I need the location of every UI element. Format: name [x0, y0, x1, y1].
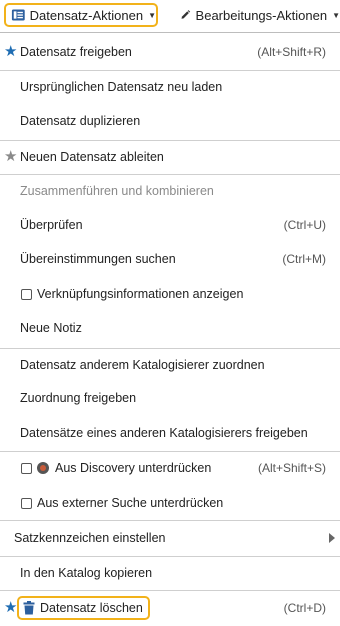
menu-item-label: Zuordnung freigeben	[20, 391, 137, 405]
trash-icon	[23, 601, 35, 615]
caret-down-icon: ▼	[332, 10, 340, 20]
menu-item-label: Übereinstimmungen suchen	[20, 252, 176, 266]
caret-down-icon: ▼	[148, 10, 156, 20]
menu-item-new-note[interactable]: Neue Notiz	[0, 312, 340, 344]
menu-divider	[0, 520, 340, 521]
menu-item-release-other-cataloger[interactable]: Datensätze eines anderen Katalogisierers…	[0, 417, 340, 449]
suppress-discovery-checkbox[interactable]	[21, 462, 32, 474]
menu-item-assign-cataloger[interactable]: Datensatz anderem Katalogisierer zuordne…	[0, 349, 340, 381]
star-icon: ★	[4, 599, 18, 616]
menu-item-label: Zusammenführen und kombinieren	[20, 184, 214, 198]
menu-item-label: Ursprünglichen Datensatz neu laden	[20, 80, 223, 94]
menu-item-label: Datensatz löschen	[40, 601, 143, 615]
shortcut-label: (Alt+Shift+R)	[257, 45, 326, 59]
shortcut-label: (Ctrl+D)	[283, 601, 326, 615]
menu-item-label: Neuen Datensatz ableiten	[20, 150, 164, 164]
action-toolbar: Datensatz-Aktionen ▼ Bearbeitungs-Aktion…	[0, 0, 340, 33]
menu-item-merge-combine: Zusammenführen und kombinieren	[0, 175, 340, 207]
star-icon: ★	[4, 43, 18, 60]
menu-item-release-assignment[interactable]: Zuordnung freigeben	[0, 382, 340, 414]
menu-item-label: Datensatz anderem Katalogisierer zuordne…	[20, 358, 265, 372]
pencil-icon	[181, 10, 191, 19]
menu-item-suppress-external[interactable]: Aus externer Suche unterdrücken	[0, 487, 340, 519]
menu-item-label: Datensätze eines anderen Katalogisierers…	[20, 426, 308, 440]
discovery-icon	[37, 462, 49, 474]
menu-item-show-linking-info[interactable]: Verknüpfungsinformationen anzeigen	[0, 278, 340, 310]
edit-actions-label: Bearbeitungs-Aktionen	[195, 7, 328, 23]
menu-item-label: Überprüfen	[20, 218, 83, 232]
edit-actions-dropdown[interactable]: Bearbeitungs-Aktionen ▼	[178, 3, 340, 27]
menu-item-label: Neue Notiz	[20, 321, 82, 335]
menu-item-label: Aus Discovery unterdrücken	[55, 461, 212, 475]
menu-item-find-matches[interactable]: Übereinstimmungen suchen (Ctrl+M)	[0, 243, 340, 275]
record-actions-dropdown[interactable]: Datensatz-Aktionen ▼	[4, 3, 158, 27]
menu-item-label: Datensatz duplizieren	[20, 114, 141, 128]
menu-item-label: Datensatz freigeben	[20, 45, 132, 59]
delete-record-highlight[interactable]: Datensatz löschen	[17, 596, 150, 620]
linking-info-checkbox[interactable]	[21, 288, 32, 300]
menu-item-label: In den Katalog kopieren	[20, 566, 153, 580]
menu-item-suppress-discovery[interactable]: Aus Discovery unterdrücken (Alt+Shift+S)	[0, 452, 340, 484]
menu-item-copy-to-catalog[interactable]: In den Katalog kopieren	[0, 557, 340, 589]
menu-item-label: Verknüpfungsinformationen anzeigen	[37, 287, 244, 301]
star-icon: ★	[4, 148, 18, 165]
shortcut-label: (Alt+Shift+S)	[257, 461, 326, 475]
menu-item-set-indicators[interactable]: Satzkennzeichen einstellen	[0, 522, 340, 554]
menu-divider	[0, 590, 340, 591]
menu-item-duplicate[interactable]: Datensatz duplizieren	[0, 105, 340, 137]
record-actions-label: Datensatz-Aktionen	[29, 7, 144, 23]
menu-item-label: Satzkennzeichen einstellen	[14, 531, 166, 545]
menu-item-derive-new[interactable]: ★ Neuen Datensatz ableiten	[0, 141, 340, 173]
menu-item-release-record[interactable]: ★ Datensatz freigeben (Alt+Shift+R)	[0, 36, 340, 68]
shortcut-label: (Ctrl+M)	[282, 252, 326, 266]
record-list-icon	[11, 9, 25, 21]
chevron-right-icon	[329, 533, 335, 543]
menu-item-validate[interactable]: Überprüfen (Ctrl+U)	[0, 209, 340, 241]
menu-item-label: Aus externer Suche unterdrücken	[37, 496, 224, 510]
shortcut-label: (Ctrl+U)	[283, 218, 326, 232]
suppress-external-checkbox[interactable]	[21, 497, 32, 509]
menu-item-reload-original[interactable]: Ursprünglichen Datensatz neu laden	[0, 71, 340, 103]
menu-item-delete-record[interactable]: ★ Datensatz löschen (Ctrl+D)	[0, 592, 340, 624]
